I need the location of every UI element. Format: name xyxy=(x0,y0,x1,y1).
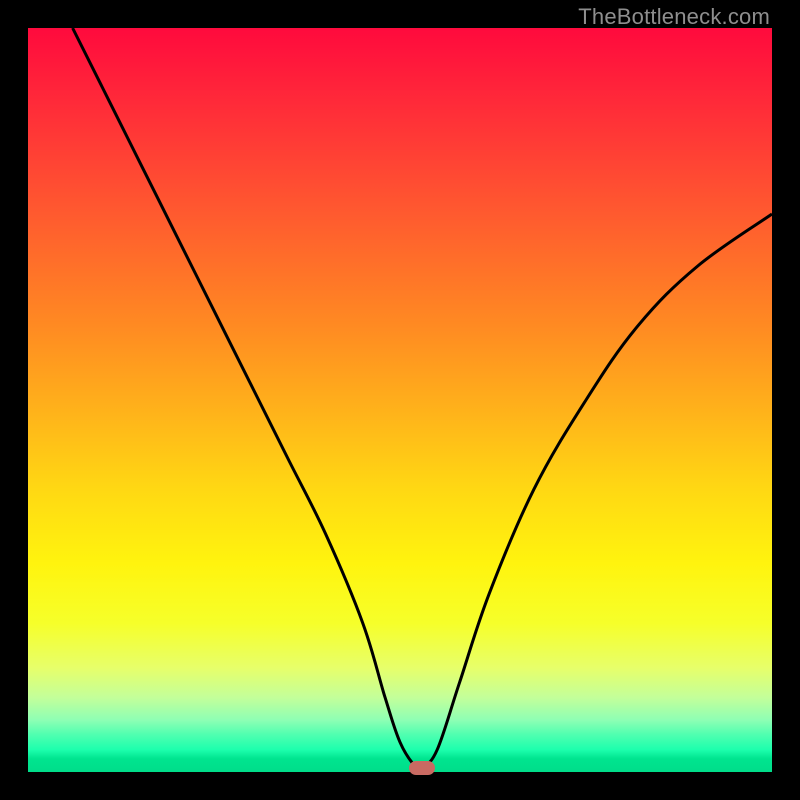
trough-marker xyxy=(409,761,435,775)
bottleneck-curve xyxy=(28,28,772,772)
watermark-text: TheBottleneck.com xyxy=(578,4,770,30)
curve-path xyxy=(73,28,772,770)
chart-frame: TheBottleneck.com xyxy=(0,0,800,800)
plot-area xyxy=(28,28,772,772)
